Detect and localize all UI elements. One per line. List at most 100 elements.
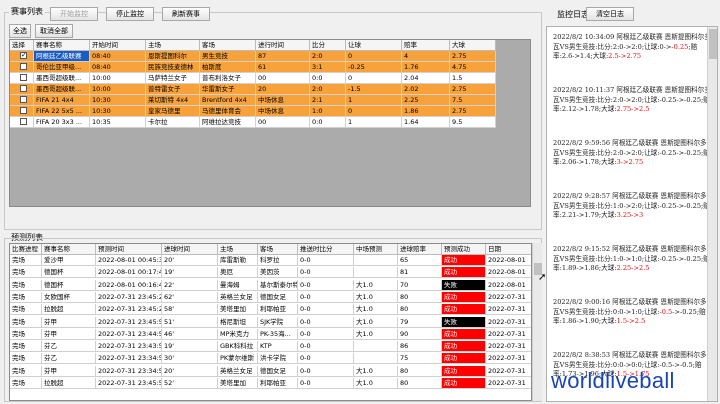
start-monitor-button[interactable]: 开始监控 — [50, 7, 98, 21]
match-cell: 马萨特兰女子 — [146, 73, 200, 84]
row-checkbox[interactable] — [20, 73, 27, 81]
match-cell: 0 — [346, 51, 402, 62]
prediction-row[interactable]: 完场 芬甲 2022-07-31 23:34:57 20' 英格兰女足 德国女足 0-0 大1… — [10, 365, 531, 377]
prediction-scrollbar[interactable] — [532, 243, 542, 401]
row-checkbox[interactable] — [20, 51, 27, 61]
refresh-matches-button[interactable]: 刷新赛事 — [162, 7, 210, 21]
prediction-row[interactable]: 完场 德国杯 2022-08-01 00:16:46 22' 曼海姆 基尔斯泰尔特 0-0 大… — [10, 279, 531, 291]
watermark-logo: worldliveball — [551, 368, 675, 393]
match-row[interactable]: FIFA 22 5x5 ... 10:30 皇家马德里 马德里体育会 中场休息 1:0 0 1… — [10, 106, 530, 117]
prediction-cell: 完场 — [10, 267, 42, 279]
match-cell: 00 — [256, 117, 310, 128]
stop-monitor-button[interactable]: 停止监控 — [106, 7, 154, 21]
prediction-cell: 大1.0 — [354, 365, 398, 377]
column-header: 选择 — [10, 40, 34, 51]
column-header: 预测成功 — [442, 244, 486, 255]
match-cell: 男生竞技 — [200, 51, 256, 62]
prediction-cell — [354, 353, 398, 365]
match-row[interactable]: 阿根廷乙级联赛08:40恩斯提图科尔男生竞技872:0042.75 — [10, 51, 530, 62]
match-cell: 1 — [346, 95, 402, 106]
prediction-cell: 利耶帕亚 — [258, 304, 298, 316]
prediction-row[interactable]: 完场 芬甲 2022-07-31 23:45:58 51' 格尼斯坦 SJK学院 0-0 大1… — [10, 316, 531, 328]
prediction-cell: 0-0 — [298, 328, 354, 340]
monitor-log[interactable]: 2022/8/2 10:34:09 阿根廷乙级联赛 恩斯提图科尔多瓦VS男生竞技… — [546, 26, 718, 402]
match-row[interactable]: 墨西哥超级联... 10:00 马萨特兰女子 普布利洛女子 00 0:0 0 2.04 1.5 — [10, 73, 530, 84]
column-header: 预测时间 — [96, 244, 162, 255]
match-cell: -0.25 — [346, 62, 402, 73]
match-cell: 1.64 — [402, 117, 450, 128]
match-cell: 61 — [256, 62, 310, 73]
match-cell: 民族竞技麦德林 — [146, 62, 200, 73]
prediction-cell: 德国杯 — [42, 267, 96, 279]
prediction-row[interactable]: 完场 爱沙甲 2022-08-01 00:45:31 20' 库雷斯勒 科罗拉 0-0 65 成… — [10, 255, 531, 266]
match-row[interactable]: FIFA 21 4x4 10:30 莱切斯特 4x4 Brentford 4x4 中场休… — [10, 95, 530, 106]
prediction-cell: 完场 — [10, 279, 42, 291]
column-header: 进球时间 — [162, 244, 218, 255]
prediction-row[interactable]: 完场 芬乙 2022-07-31 23:34:57 30' PK蒙尔维斯 洪卡学院 0-0 7… — [10, 353, 531, 365]
prediction-cell: 0-0 — [298, 255, 354, 266]
select-cell — [10, 95, 34, 106]
match-cell: 08:40 — [90, 62, 146, 73]
select-all-button[interactable]: 全选 — [9, 24, 31, 38]
prediction-cell: 30' — [162, 353, 218, 365]
row-checkbox[interactable] — [20, 106, 27, 114]
log-scrollbar-thumb[interactable] — [709, 29, 717, 59]
prediction-cell: 2022-07-31 — [486, 341, 531, 353]
prediction-cell: 2022-08-01 00:45:31 — [96, 255, 162, 266]
match-row[interactable]: 墨西哥超级联... 10:00 普特雷女子 华雷斯女子 20 2:0 -1.5 2.02 2.7… — [10, 84, 530, 95]
prediction-cell: 芬甲 — [42, 365, 96, 377]
prediction-cell: 科罗拉 — [258, 255, 298, 266]
prediction-result-badge: 成功 — [442, 341, 486, 353]
prediction-cell: 2022-07-31 23:45:58 — [96, 316, 162, 328]
select-cell — [10, 51, 34, 62]
prediction-cell: 0-0 — [298, 365, 354, 377]
prediction-cell: 芬乙 — [42, 353, 96, 365]
prediction-cell: 19' — [162, 341, 218, 353]
match-cell: Brentford 4x4 — [200, 95, 256, 106]
column-header: 赛事名称 — [34, 40, 90, 51]
prediction-row[interactable]: 完场 芬乙 2022-07-31 23:43:58 19' GBK科科拉 KTP 0-0 86… — [10, 341, 531, 353]
row-checkbox[interactable] — [20, 117, 27, 125]
prediction-cell: 2022-07-31 23:45:58 — [96, 378, 162, 389]
match-cell: 2.02 — [402, 84, 450, 95]
match-cell: 2.04 — [402, 73, 450, 84]
match-cell: 1.76 — [402, 62, 450, 73]
row-checkbox[interactable] — [20, 84, 27, 92]
prediction-row[interactable]: 完场 拉脱超 2022-07-31 23:45:58 52' 美塔里加 利耶帕亚 0-0 大1… — [10, 378, 531, 389]
prediction-cell: 2022-07-31 — [486, 353, 531, 365]
prediction-row[interactable]: 完场 女欧国杯 2022-07-31 23:45:28 62' 英格兰女足 德国女足 0-0… — [10, 291, 531, 303]
prediction-cell: 完场 — [10, 291, 42, 303]
column-header: 赔率 — [402, 40, 450, 51]
deselect-all-button[interactable]: 取消全部 — [35, 24, 73, 38]
match-cell: 2.75 — [450, 106, 496, 117]
prediction-row[interactable]: 完场 拉脱超 2022-07-31 23:45:28 58' 美塔里加 利耶帕亚 0-0 大1… — [10, 304, 531, 316]
prediction-cell: 芬甲 — [42, 316, 96, 328]
match-cell: 10:00 — [90, 73, 146, 84]
prediction-cell: 0-0 — [298, 279, 354, 291]
log-scrollbar[interactable] — [707, 27, 717, 401]
match-row[interactable]: 哥伦比亚甲级... 08:40 民族竞技麦德林 柏斯度 61 3:1 -0.25 1.76 4.… — [10, 62, 530, 73]
match-grid[interactable]: 选择赛事名称开始时间主场客场进行时间比分让球赔率大球阿根廷乙级联赛08:40恩斯… — [9, 39, 531, 207]
prediction-row[interactable]: 完场 芬甲 2022-07-31 23:44:59 46' MP米克力 PK-35海...… — [10, 328, 531, 340]
prediction-grid[interactable]: 比赛进程 赛事名称 预测时间 进球时间 主场 客场 推送时比分 中场预测 进球赔率 预测成功 日期完… — [9, 243, 532, 401]
prediction-cell: 0-0 — [298, 304, 354, 316]
prediction-row[interactable]: 完场 德国杯 2022-08-01 00:17:46 19' 奥厄 美因茨 0-0 81 成功 2… — [10, 267, 531, 279]
select-cell — [10, 117, 34, 128]
row-checkbox[interactable] — [20, 95, 27, 103]
prediction-cell: 德国女足 — [258, 291, 298, 303]
log-entry: 2022/8/2 9:59:56 阿根廷乙级联赛 恩斯提图科尔多瓦VS男生竞技:… — [553, 139, 710, 166]
row-checkbox[interactable] — [20, 62, 27, 70]
match-cell: FIFA 21 4x4 — [34, 95, 90, 106]
prediction-cell: 大1.0 — [354, 291, 398, 303]
match-cell: 0 — [346, 73, 402, 84]
match-cell: 2.75 — [450, 51, 496, 62]
prediction-cell: 2022-08-01 — [486, 255, 531, 266]
clear-log-button[interactable]: 清空日志 — [586, 7, 634, 21]
prediction-cell: 大1.0 — [354, 316, 398, 328]
match-cell: 3:1 — [310, 62, 346, 73]
match-cell: 2:1 — [310, 95, 346, 106]
prediction-cell: 拉脱超 — [42, 378, 96, 389]
select-cell — [10, 84, 34, 95]
match-row[interactable]: FIFA 20 3x3 ... 10:35 卡尔拉 阿维拉达竞技 00 0:0 1 1.64 9… — [10, 117, 530, 128]
prediction-cell: 德国杯 — [42, 279, 96, 291]
